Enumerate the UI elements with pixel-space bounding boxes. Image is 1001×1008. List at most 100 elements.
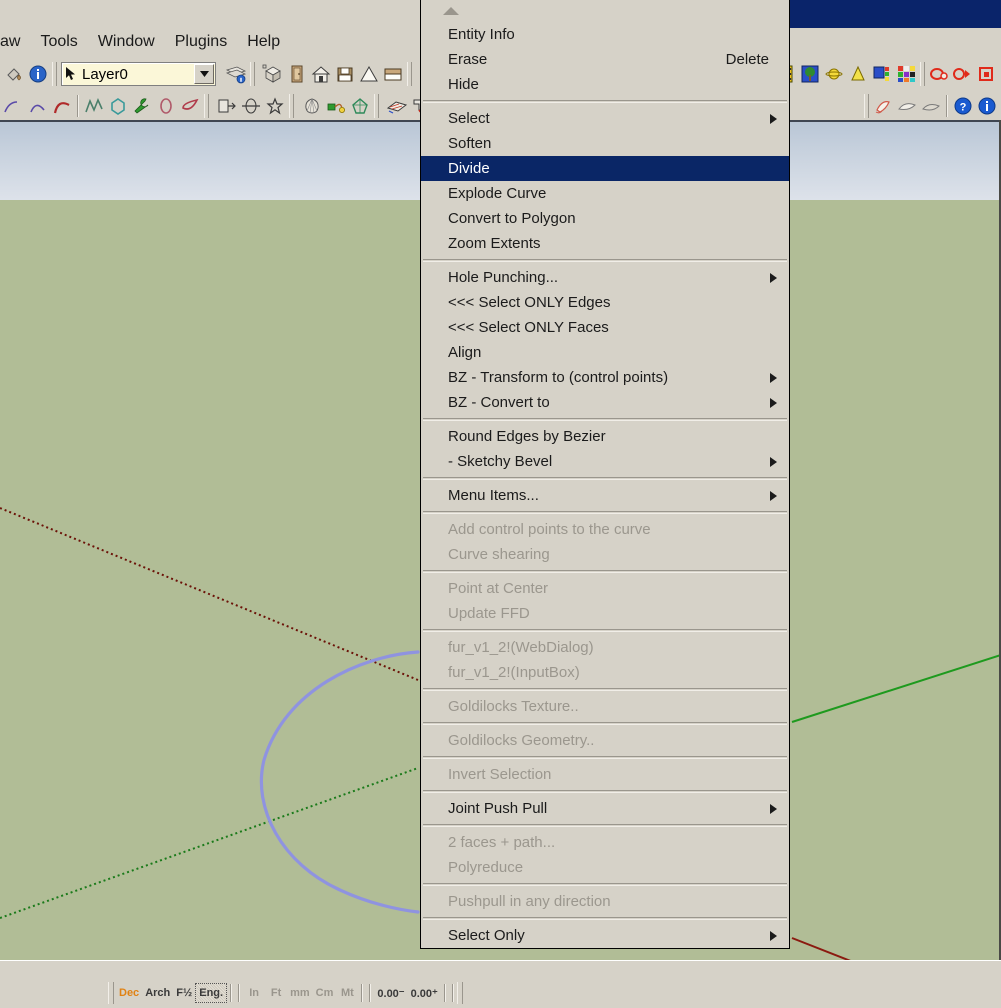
context-menu-item[interactable]: Hole Punching... [421, 265, 789, 290]
polygon-icon[interactable] [106, 94, 130, 118]
context-menu-separator [423, 629, 787, 632]
toolbar-grip-7[interactable] [374, 94, 379, 118]
context-menu-item[interactable]: Zoom Extents [421, 231, 789, 256]
context-menu-separator [423, 477, 787, 480]
units-toolbar-grip[interactable] [108, 982, 114, 1004]
door-component-icon[interactable] [285, 62, 309, 86]
context-menu-item[interactable]: Select [421, 106, 789, 131]
smoove-2-icon[interactable] [919, 94, 943, 118]
arc-2-icon[interactable] [26, 94, 50, 118]
context-menu-item-label: Select Only [448, 927, 525, 944]
context-menu-item[interactable]: Round Edges by Bezier [421, 424, 789, 449]
help-icon[interactable]: ? [951, 94, 975, 118]
tree-scene-icon[interactable] [798, 62, 822, 86]
context-menu-item-label: Add control points to the curve [448, 521, 651, 538]
context-menu-separator [423, 259, 787, 262]
mesh-icon[interactable] [385, 94, 409, 118]
context-menu-item[interactable]: Erase Delete [421, 47, 789, 72]
context-menu-item[interactable]: Align [421, 340, 789, 365]
color-swatches-icon[interactable] [894, 62, 918, 86]
submenu-arrow-icon [770, 930, 777, 941]
context-menu-item-label: Hole Punching... [448, 269, 559, 286]
context-menu-item[interactable]: Convert to Polygon [421, 206, 789, 231]
context-menu-item[interactable]: Entity Info [421, 22, 789, 47]
roof-icon[interactable] [357, 62, 381, 86]
save-component-icon[interactable] [333, 62, 357, 86]
units-architectural-button[interactable]: Arch [142, 983, 173, 1003]
menubar-item-help[interactable]: Help [237, 30, 290, 54]
toolbar-grip-6[interactable] [289, 94, 294, 118]
context-menu[interactable]: Entity Info Erase Delete Hide Select Soften Di… [420, 0, 790, 949]
polyline-icon[interactable] [82, 94, 106, 118]
toolbar-grip-3[interactable] [407, 62, 412, 86]
toolbar-grip-8[interactable] [864, 94, 869, 118]
context-menu-item[interactable]: Soften [421, 131, 789, 156]
smoove-icon[interactable] [895, 94, 919, 118]
shell-icon[interactable] [300, 94, 324, 118]
mesh-shape-icon[interactable] [348, 94, 372, 118]
context-menu-item[interactable]: <<< Select ONLY Faces [421, 315, 789, 340]
red-square-icon[interactable] [975, 62, 999, 86]
eraser-red-icon[interactable] [871, 94, 895, 118]
wrench-icon[interactable] [130, 94, 154, 118]
context-menu-item: fur_v1_2!(WebDialog) [421, 635, 789, 660]
toolbar-group-left: Layer0 [0, 56, 259, 92]
context-menu-item-label: Soften [448, 135, 492, 152]
toolbar-grip-4[interactable] [920, 62, 925, 86]
context-menu-item[interactable]: Joint Push Pull [421, 796, 789, 821]
green-square-icon[interactable] [324, 94, 348, 118]
context-menu-item[interactable]: Menu Items... [421, 483, 789, 508]
component-icon[interactable] [261, 62, 285, 86]
ellipse-icon[interactable] [154, 94, 178, 118]
paint-bucket-icon[interactable] [2, 62, 26, 86]
menubar-item-tools[interactable]: Tools [30, 30, 87, 54]
layers-manager-icon[interactable] [224, 62, 248, 86]
context-menu-item[interactable]: Select Only [421, 923, 789, 948]
red-arrows-icon[interactable] [951, 62, 975, 86]
sun-icon[interactable] [822, 62, 846, 86]
context-menu-item-label: fur_v1_2!(WebDialog) [448, 639, 594, 656]
context-menu-item-label: Align [448, 344, 482, 361]
red-lasso-icon[interactable] [927, 62, 951, 86]
toolbar-grip-2[interactable] [250, 62, 255, 86]
cone-icon[interactable] [846, 62, 870, 86]
star-tool-icon[interactable] [263, 94, 287, 118]
units-toolbar-grip-end[interactable] [456, 982, 463, 1004]
window-component-icon[interactable] [381, 62, 405, 86]
menubar-item-plugins[interactable]: Plugins [165, 30, 237, 54]
info-icon[interactable] [26, 62, 50, 86]
color-palette-icon[interactable] [870, 62, 894, 86]
context-menu-separator [423, 418, 787, 421]
units-cm-button: Cm [315, 987, 334, 999]
context-menu-item[interactable]: Divide [421, 156, 789, 181]
pie-icon[interactable] [178, 94, 202, 118]
units-engineering-button[interactable]: Eng. [195, 983, 228, 1003]
precision-increase-button[interactable]: 0.00⁺ [408, 983, 441, 1003]
about-icon[interactable] [975, 94, 999, 118]
house-icon[interactable] [309, 62, 333, 86]
scroll-up-triangle-icon[interactable] [421, 0, 789, 22]
context-menu-item-label: Menu Items... [448, 487, 539, 504]
layer-combo-box[interactable]: Layer0 [61, 62, 216, 86]
context-menu-item[interactable]: Hide [421, 72, 789, 97]
context-menu-item[interactable]: BZ - Transform to (control points) [421, 365, 789, 390]
context-menu-item[interactable]: - Sketchy Bevel [421, 449, 789, 474]
arc-3-icon[interactable] [50, 94, 74, 118]
toolbar-grip-5[interactable] [204, 94, 209, 118]
context-menu-item-label: fur_v1_2!(InputBox) [448, 664, 580, 681]
context-menu-item[interactable]: BZ - Convert to [421, 390, 789, 415]
context-menu-item[interactable]: <<< Select ONLY Edges [421, 290, 789, 315]
menubar-item-draw-clipped[interactable]: aw [0, 30, 30, 54]
units-fractional-button[interactable]: F½ [173, 983, 195, 1003]
precision-decrease-button[interactable]: 0.00⁻ [374, 983, 407, 1003]
follow-me-icon[interactable] [239, 94, 263, 118]
units-decimal-button[interactable]: Dec [116, 983, 142, 1003]
context-menu-separator [423, 511, 787, 514]
toolbar-grip[interactable] [52, 62, 57, 86]
context-menu-item[interactable]: Explode Curve [421, 181, 789, 206]
menubar-item-window[interactable]: Window [88, 30, 165, 54]
chevron-down-icon[interactable] [194, 64, 214, 84]
arc-1-icon[interactable] [2, 94, 26, 118]
push-pull-icon[interactable] [215, 94, 239, 118]
context-menu-item-label: Invert Selection [448, 766, 552, 783]
